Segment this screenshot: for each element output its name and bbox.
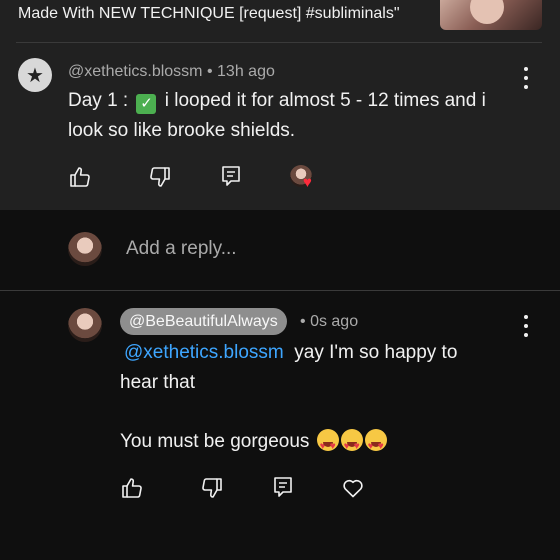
reply-text: @xethetics.blossm yay I'm so happy to he… — [120, 338, 520, 462]
comment-author[interactable]: @xethetics.blossm — [68, 63, 203, 80]
comment-time: 13h ago — [217, 63, 275, 80]
heart-icon: ♥ — [303, 174, 312, 191]
reply-line-1-rest: yay I'm so happy to — [294, 342, 458, 363]
video-title[interactable]: Made With NEW TECHNIQUE [request] #subli… — [18, 5, 400, 23]
comment-meta: @xethetics.blossm • 13h ago — [68, 63, 275, 81]
check-emoji: ✓ — [136, 94, 157, 114]
user-avatar[interactable] — [68, 232, 102, 266]
comment-line-1: Day 1 : ✓ i looped it for almost 5 - 12 … — [68, 86, 528, 116]
thumbnail-face — [470, 0, 504, 24]
reply-line-3: You must be gorgeous — [120, 427, 520, 462]
reply-line-3-text: You must be gorgeous — [120, 431, 310, 452]
creator-heart: ♥ — [290, 165, 320, 191]
comment-prefix: Day 1 : — [68, 90, 129, 111]
top-comment-section: Made With NEW TECHNIQUE [request] #subli… — [0, 0, 560, 210]
star-icon: ★ — [26, 64, 44, 87]
reply-author-chip[interactable]: @BeBeautifulAlways — [120, 308, 287, 335]
reply-author-avatar[interactable] — [68, 308, 102, 342]
divider — [16, 42, 542, 43]
reply-line-2: hear that — [120, 372, 195, 393]
comment-line-2: look so like brooke shields. — [68, 120, 296, 141]
reply-time: 0s ago — [310, 313, 359, 330]
more-vertical-icon[interactable] — [521, 315, 531, 337]
meta-separator: • — [300, 313, 306, 330]
reply-icon[interactable] — [219, 164, 243, 188]
reply-line-1: @xethetics.blossm yay I'm so happy to — [120, 338, 520, 368]
thumbs-down-icon[interactable] — [200, 476, 224, 500]
thumbs-down-icon[interactable] — [148, 165, 172, 189]
divider — [0, 290, 560, 291]
thumbs-up-icon[interactable] — [68, 165, 92, 189]
thumbs-up-icon[interactable] — [120, 476, 144, 500]
heart-eyes-emoji — [316, 429, 339, 462]
mention-link[interactable]: @xethetics.blossm — [124, 342, 284, 363]
comment-text: Day 1 : ✓ i looped it for almost 5 - 12 … — [68, 86, 528, 146]
commenter-avatar[interactable]: ★ — [18, 58, 52, 92]
reply-input[interactable]: Add a reply... — [126, 238, 237, 260]
reply-icon[interactable] — [271, 475, 295, 499]
heart-eyes-emoji — [340, 429, 363, 462]
comment-line-1-rest: i looped it for almost 5 - 12 times and … — [164, 90, 486, 111]
heart-icon[interactable] — [341, 476, 365, 500]
reply-meta: • 0s ago — [300, 313, 358, 331]
heart-eyes-emoji — [364, 429, 387, 462]
meta-separator: • — [206, 63, 213, 80]
video-thumbnail[interactable] — [440, 0, 542, 30]
